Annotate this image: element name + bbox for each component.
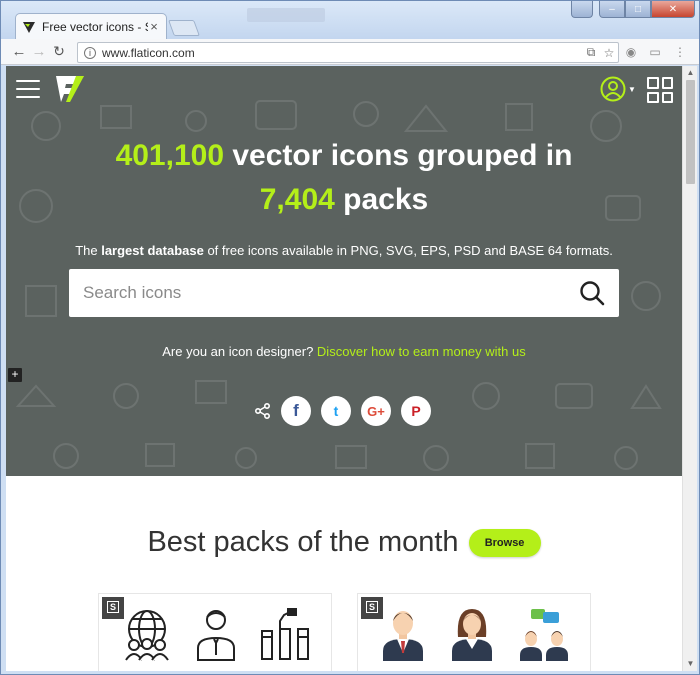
- tab-title: Free vector icons - SVG: [42, 19, 148, 34]
- facebook-icon[interactable]: f: [281, 396, 311, 426]
- hero-subline: The largest database of free icons avail…: [6, 243, 682, 258]
- scroll-up-arrow-icon[interactable]: ▲: [683, 66, 698, 80]
- pack-card[interactable]: S: [357, 593, 591, 671]
- browser-toolbar: ← → ↻ i www.flaticon.com ⧉ ☆ ◉ ▭ ⋮: [1, 39, 699, 65]
- caret-down-icon: ▼: [628, 84, 636, 94]
- best-packs-header: Best packs of the month Browse: [6, 526, 682, 559]
- globe-people-icon: [124, 610, 169, 661]
- window-controls: – □ ✕: [571, 1, 695, 18]
- grid-menu-icon[interactable]: [647, 77, 673, 103]
- twitter-icon[interactable]: t: [321, 396, 351, 426]
- url-text[interactable]: www.flaticon.com: [102, 46, 582, 60]
- scroll-down-arrow-icon[interactable]: ▼: [683, 657, 698, 671]
- designer-question: Are you an icon designer?: [162, 344, 314, 359]
- man-avatar-icon: [382, 611, 423, 661]
- side-plus-tab[interactable]: +: [8, 368, 22, 382]
- scroll-thumb[interactable]: [686, 80, 695, 184]
- pack-count: 7,404: [259, 183, 335, 216]
- search-bar: [69, 269, 619, 317]
- browser-window: Free vector icons - SVG × – □ ✕ ← → ↻ i …: [0, 0, 700, 675]
- subline-suffix: of free icons available in PNG, SVG, EPS…: [207, 243, 613, 258]
- pinterest-icon[interactable]: P: [401, 396, 431, 426]
- tab-close-icon[interactable]: ×: [148, 19, 160, 34]
- translate-icon[interactable]: ⧉: [582, 45, 600, 60]
- designer-cta: Are you an icon designer? Discover how t…: [6, 344, 682, 359]
- minimize-button[interactable]: –: [599, 1, 625, 18]
- chat-people-icon: [520, 609, 569, 661]
- user-icon: [600, 76, 626, 102]
- browser-tab[interactable]: Free vector icons - SVG ×: [15, 13, 167, 39]
- raised-hands-icon: [261, 608, 310, 660]
- address-bar[interactable]: i www.flaticon.com ⧉ ☆: [77, 42, 619, 63]
- info-icon[interactable]: i: [84, 46, 96, 59]
- search-icon[interactable]: [579, 280, 605, 306]
- googleplus-icon[interactable]: G+: [361, 396, 391, 426]
- hero-headline: 401,100 vector icons grouped in 7,404 pa…: [6, 134, 682, 222]
- subline-prefix: The: [75, 243, 98, 258]
- close-button[interactable]: ✕: [651, 1, 695, 18]
- title-bar: Free vector icons - SVG × – □ ✕: [1, 1, 699, 39]
- browse-button[interactable]: Browse: [468, 528, 541, 557]
- businessman-icon: [196, 610, 235, 661]
- hero-section: ▼ 401,100 vector icons grouped in 7,404 …: [6, 66, 682, 476]
- extension-globe-icon[interactable]: ◉: [624, 45, 638, 59]
- reload-icon[interactable]: ↻: [49, 42, 69, 62]
- flaticon-favicon-icon: [22, 20, 36, 34]
- maximize-button[interactable]: □: [625, 1, 651, 18]
- share-icon: [255, 403, 270, 419]
- star-icon[interactable]: ☆: [600, 46, 618, 60]
- window-title-blur: [247, 8, 325, 22]
- social-share-bar: f t G+ P: [255, 396, 441, 426]
- page-viewport: ▼ 401,100 vector icons grouped in 7,404 …: [6, 66, 682, 671]
- woman-avatar-icon: [451, 609, 492, 661]
- headline-line1: vector icons grouped in: [232, 139, 573, 172]
- subline-bold: largest database: [101, 243, 204, 258]
- back-arrow-icon[interactable]: ←: [9, 42, 29, 62]
- best-packs-title: Best packs of the month: [147, 526, 459, 558]
- hamburger-menu-icon[interactable]: [16, 80, 40, 98]
- vertical-scrollbar[interactable]: ▲ ▼: [682, 66, 697, 671]
- search-input[interactable]: [83, 283, 579, 303]
- new-tab-button[interactable]: [168, 20, 200, 36]
- pack-card[interactable]: S: [98, 593, 332, 671]
- icon-count: 401,100: [115, 139, 225, 172]
- forward-arrow-icon[interactable]: →: [29, 42, 49, 62]
- flaticon-logo[interactable]: [54, 74, 86, 104]
- headline-line2: packs: [343, 183, 429, 216]
- pack-preview: [368, 604, 582, 664]
- pack-preview: [109, 604, 323, 664]
- designer-link[interactable]: Discover how to earn money with us: [317, 344, 526, 359]
- profile-icon[interactable]: [571, 1, 593, 18]
- user-account-button[interactable]: ▼: [600, 76, 636, 102]
- extension-cast-icon[interactable]: ▭: [648, 45, 662, 59]
- chrome-menu-icon[interactable]: ⋮: [673, 45, 687, 59]
